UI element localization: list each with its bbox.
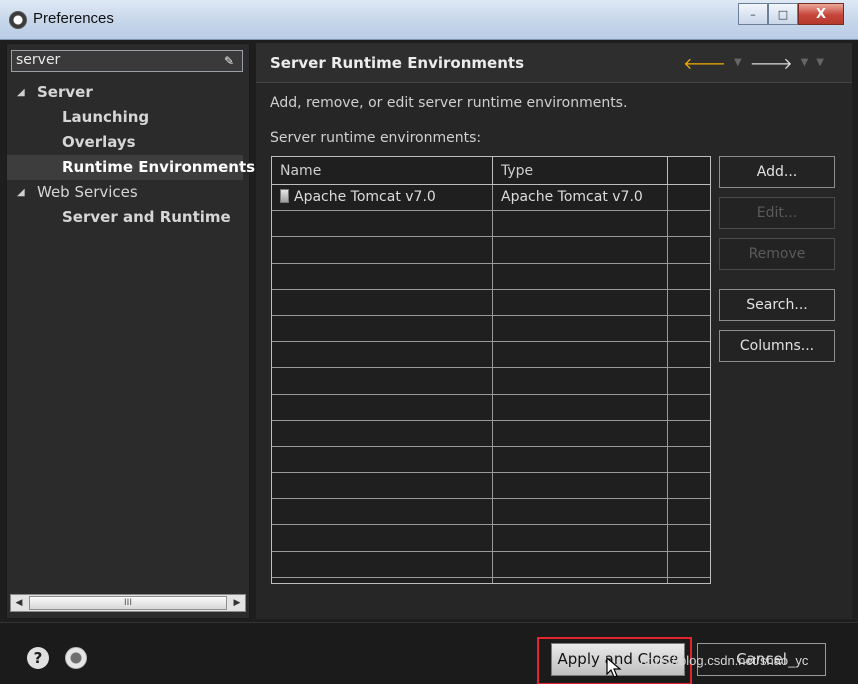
table-row-empty — [272, 420, 710, 447]
table-row-empty — [272, 315, 710, 343]
tree-item-launching[interactable]: Launching — [7, 105, 243, 130]
tree-item-label: Launching — [62, 108, 150, 126]
tree-item-web-services[interactable]: ◢ Web Services — [7, 180, 243, 205]
back-dropdown-icon[interactable]: ▼ — [734, 53, 742, 73]
column-header-empty — [668, 157, 710, 184]
tree-item-server[interactable]: ◢ Server — [7, 80, 243, 105]
server-icon — [280, 189, 289, 203]
table-row-empty — [272, 211, 710, 238]
table-cell-type: Apache Tomcat v7.0 — [493, 185, 668, 211]
expand-arrow-icon[interactable]: ◢ — [17, 180, 25, 205]
runtime-environments-table[interactable]: Name Type Apache Tomcat v7.0 Apache Tomc… — [271, 156, 711, 584]
mouse-cursor-icon — [606, 657, 622, 678]
tree-item-overlays[interactable]: Overlays — [7, 130, 243, 155]
edit-button[interactable]: Edit... — [719, 197, 835, 229]
tree-item-label: Runtime Environments — [62, 158, 256, 176]
page-description: Add, remove, or edit server runtime envi… — [270, 95, 628, 111]
scroll-thumb[interactable]: III — [29, 596, 227, 610]
tree-item-server-and-runtime[interactable]: Server and Runtime — [7, 205, 243, 230]
watermark-text: https://blog.csdn.net/shao_yc — [640, 653, 809, 668]
expand-arrow-icon[interactable]: ◢ — [17, 80, 25, 105]
table-row-empty — [272, 394, 710, 421]
minimize-button[interactable]: – — [738, 3, 768, 25]
preferences-tree: ◢ Server Launching Overlays Runtime Envi… — [7, 80, 255, 230]
window-titlebar: Preferences – □ X — [0, 0, 858, 40]
help-icon[interactable]: ? — [27, 647, 49, 669]
horizontal-scrollbar[interactable]: ◀ III ▶ — [10, 594, 246, 612]
page-content: Server Runtime Environments 🡐 ▼ 🡒 ▼ ▼ Ad… — [256, 43, 852, 619]
table-row-empty — [272, 368, 710, 395]
tree-item-runtime-environments[interactable]: Runtime Environments — [7, 155, 255, 180]
page-header: Server Runtime Environments 🡐 ▼ 🡒 ▼ ▼ — [256, 43, 852, 83]
table-row-empty — [272, 577, 710, 583]
page-title: Server Runtime Environments — [270, 54, 524, 72]
tree-item-label: Server — [37, 83, 93, 101]
forward-arrow-icon[interactable]: 🡒 — [750, 53, 793, 73]
filter-input[interactable]: server ✎ — [11, 50, 243, 72]
scroll-right-icon[interactable]: ▶ — [229, 598, 245, 608]
remove-button[interactable]: Remove — [719, 238, 835, 270]
tree-item-label: Overlays — [62, 133, 136, 151]
columns-button[interactable]: Columns... — [719, 330, 835, 362]
filter-input-value: server — [16, 52, 61, 68]
eclipse-app-icon — [9, 11, 27, 29]
window-title: Preferences — [33, 10, 114, 27]
add-button[interactable]: Add... — [719, 156, 835, 188]
preferences-tree-panel: server ✎ ◢ Server Launching Overlays Run… — [6, 43, 255, 619]
table-row[interactable]: Apache Tomcat v7.0 Apache Tomcat v7.0 — [272, 185, 710, 212]
table-row-empty — [272, 525, 710, 552]
table-row-empty — [272, 342, 710, 369]
clear-filter-icon[interactable]: ✎ — [224, 54, 238, 68]
table-row-empty — [272, 551, 710, 578]
view-menu-icon[interactable]: ▼ — [816, 53, 824, 73]
table-header: Name Type — [272, 157, 710, 185]
table-row-empty — [272, 499, 710, 526]
dialog-button-bar: ? Apply and Close Cancel https://blog.cs… — [0, 622, 858, 684]
maximize-button[interactable]: □ — [768, 3, 798, 25]
tree-item-label: Server and Runtime — [62, 208, 231, 226]
runtime-name: Apache Tomcat v7.0 — [294, 189, 436, 205]
search-button[interactable]: Search... — [719, 289, 835, 321]
back-arrow-icon[interactable]: 🡐 — [683, 53, 726, 73]
close-button[interactable]: X — [798, 3, 844, 25]
table-row-empty — [272, 289, 710, 316]
tree-item-label: Web Services — [37, 183, 138, 201]
forward-dropdown-icon[interactable]: ▼ — [801, 53, 809, 73]
table-label: Server runtime environments: — [270, 130, 482, 146]
history-nav: 🡐 ▼ 🡒 ▼ ▼ — [683, 53, 824, 73]
table-row-empty — [272, 263, 710, 290]
window-controls: – □ X — [738, 3, 844, 25]
button-spacer — [719, 279, 835, 289]
table-action-buttons: Add... Edit... Remove Search... Columns.… — [719, 156, 835, 371]
table-row-empty — [272, 473, 710, 500]
table-cell-empty — [668, 185, 710, 210]
table-row-empty — [272, 446, 710, 474]
column-header-name[interactable]: Name — [272, 157, 493, 184]
table-cell-name: Apache Tomcat v7.0 — [272, 185, 493, 211]
table-row-empty — [272, 237, 710, 264]
column-header-type[interactable]: Type — [493, 157, 668, 184]
record-macro-icon[interactable] — [65, 647, 87, 669]
scroll-left-icon[interactable]: ◀ — [11, 598, 27, 608]
